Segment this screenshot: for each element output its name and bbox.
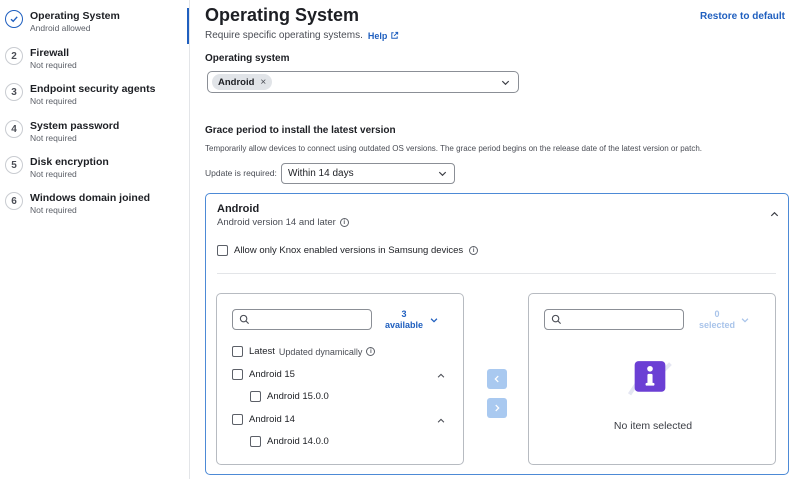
os-chip-label: Android [218, 76, 255, 88]
info-icon[interactable]: i [339, 218, 349, 227]
step-number: 4 [5, 120, 23, 138]
sidebar-item-disk-encryption[interactable]: 5 Disk encryption Not required [5, 156, 109, 180]
info-icon[interactable]: i [469, 246, 479, 255]
grace-section-label: Grace period to install the latest versi… [205, 125, 396, 136]
update-period-value: Within 14 days [288, 168, 354, 179]
android-card: Android Android version 14 and later i A… [205, 193, 789, 475]
grace-description: Temporarily allow devices to connect usi… [205, 144, 703, 153]
checkmark-icon [5, 10, 23, 28]
sidebar-item-title: Windows domain joined [30, 192, 151, 204]
list-item-android-14-0-0: Android 14.0.0 [250, 436, 329, 447]
step-number: 6 [5, 192, 23, 210]
available-count[interactable]: 3 available [385, 309, 423, 331]
list-item-android-15: Android 15 [232, 369, 295, 380]
os-section-label: Operating system [205, 53, 290, 64]
sidebar-item-subtitle: Not required [30, 96, 77, 106]
search-icon [551, 314, 562, 325]
empty-state-text: No item selected [613, 420, 693, 432]
move-right-button[interactable] [487, 398, 507, 418]
divider [217, 273, 776, 274]
info-empty-icon [627, 361, 672, 396]
update-period-select[interactable]: Within 14 days [281, 163, 455, 184]
help-link[interactable]: Help [368, 31, 400, 41]
selected-count-label: selected [699, 320, 736, 330]
sidebar: Operating System Android allowed 2 Firew… [0, 0, 190, 479]
android-14-checkbox[interactable] [232, 414, 243, 425]
step-number: 3 [5, 83, 23, 101]
list-item-android-14: Android 14 [232, 414, 295, 425]
latest-checkbox[interactable] [232, 346, 243, 357]
list-item-label: Android 14 [249, 414, 295, 425]
search-icon [239, 314, 250, 325]
sidebar-item-title: Operating System [30, 10, 120, 22]
sidebar-item-subtitle: Not required [30, 133, 77, 143]
knox-option: Allow only Knox enabled versions in Sams… [217, 245, 479, 256]
knox-label: Allow only Knox enabled versions in Sams… [234, 245, 464, 256]
sidebar-item-subtitle: Not required [30, 169, 77, 179]
step-number: 2 [5, 47, 23, 65]
os-chip-android: Android × [212, 74, 273, 90]
selected-panel: 0 selected No item selected [528, 293, 776, 465]
card-subtitle-text: Android version 14 and later [217, 217, 336, 228]
sidebar-item-operating-system[interactable]: Operating System Android allowed [5, 10, 120, 34]
selected-search-input[interactable] [544, 309, 684, 330]
chevron-down-icon [438, 171, 447, 177]
page-subtitle-text: Require specific operating systems. [205, 30, 363, 41]
restore-default-link[interactable]: Restore to default [700, 11, 785, 22]
available-count-label: available [385, 320, 424, 330]
list-item-sub: Updated dynamically [278, 346, 363, 357]
info-icon[interactable]: i [366, 347, 376, 356]
chevron-up-icon[interactable] [769, 209, 780, 220]
sidebar-item-endpoint-security-agents[interactable]: 3 Endpoint security agents Not required [5, 83, 155, 107]
available-search-input[interactable] [232, 309, 372, 330]
sidebar-item-title: Disk encryption [30, 156, 109, 168]
android-14-0-0-checkbox[interactable] [250, 436, 261, 447]
list-item-android-15-0-0: Android 15.0.0 [250, 391, 329, 402]
knox-checkbox[interactable] [217, 245, 228, 256]
available-panel: 3 available Latest Updated dynamically i… [216, 293, 464, 465]
list-item-label: Android 15 [249, 369, 295, 380]
card-title: Android [217, 203, 260, 215]
main-content: Operating System Restore to default Requ… [205, 0, 795, 479]
card-subtitle: Android version 14 and later i [217, 217, 349, 228]
chevron-left-icon [494, 375, 499, 383]
list-item-label: Android 15.0.0 [267, 391, 329, 402]
chevron-down-icon [741, 318, 749, 323]
page-subtitle: Require specific operating systems. Help [205, 30, 399, 41]
available-count-number: 3 [401, 309, 407, 319]
external-link-icon [391, 31, 399, 39]
move-left-button[interactable] [487, 369, 507, 389]
sidebar-item-title: System password [30, 120, 120, 132]
sidebar-item-title: Endpoint security agents [30, 83, 156, 95]
page-title: Operating System [205, 5, 360, 25]
list-item-label: Android 14.0.0 [267, 436, 329, 447]
sidebar-item-firewall[interactable]: 2 Firewall Not required [5, 47, 77, 71]
chevron-right-icon [495, 404, 500, 412]
list-item-label: Latest [249, 346, 275, 357]
sidebar-item-subtitle: Android allowed [30, 23, 91, 33]
list-item-latest: Latest Updated dynamically i [232, 346, 376, 357]
selected-count: 0 selected [699, 309, 735, 331]
chip-remove-icon[interactable]: × [260, 77, 266, 88]
os-multiselect[interactable]: Android × [207, 71, 519, 93]
selected-count-number: 0 [714, 309, 720, 319]
help-link-label: Help [367, 30, 388, 41]
sidebar-item-title: Firewall [30, 47, 70, 59]
android-15-checkbox[interactable] [232, 369, 243, 380]
sidebar-item-system-password[interactable]: 4 System password Not required [5, 120, 119, 144]
android-15-0-0-checkbox[interactable] [250, 391, 261, 402]
chevron-down-icon[interactable] [429, 315, 439, 325]
sidebar-item-windows-domain-joined[interactable]: 6 Windows domain joined Not required [5, 192, 150, 216]
active-step-indicator [187, 8, 189, 44]
update-required-label: Update is required: [205, 168, 277, 178]
step-number: 5 [5, 156, 23, 174]
chevron-up-icon[interactable] [436, 416, 446, 426]
sidebar-item-subtitle: Not required [30, 60, 77, 70]
chevron-down-icon [501, 80, 510, 86]
sidebar-item-subtitle: Not required [30, 205, 77, 215]
chevron-up-icon[interactable] [436, 371, 446, 381]
